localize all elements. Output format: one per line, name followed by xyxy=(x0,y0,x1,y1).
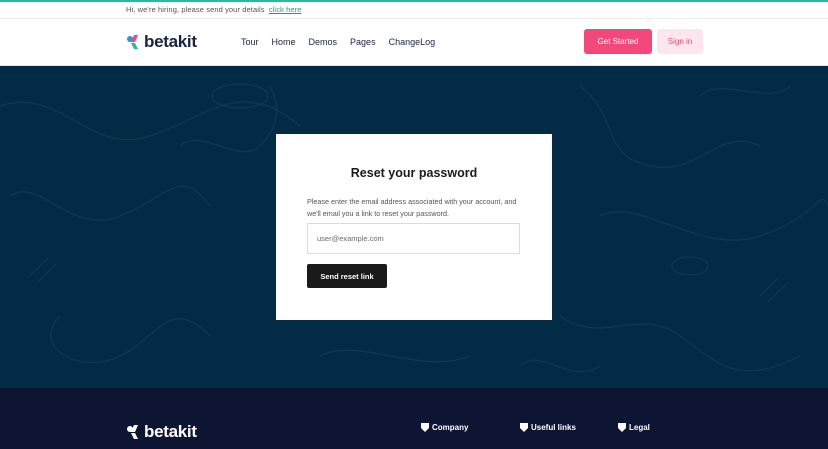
announcement-link[interactable]: click here xyxy=(269,5,302,14)
footer-brand-name: betakit xyxy=(144,422,197,441)
nav-link-tour[interactable]: Tour xyxy=(241,37,259,47)
footer: betakit Company Useful links Legal xyxy=(0,388,828,449)
reset-password-card: Reset your password Please enter the ema… xyxy=(276,134,552,320)
footer-column-company: Company xyxy=(421,423,468,432)
footer-column-useful-links: Useful links xyxy=(520,423,576,432)
shield-icon xyxy=(421,423,429,432)
reset-password-title: Reset your password xyxy=(350,166,478,180)
reset-password-description: Please enter the email address associate… xyxy=(307,197,517,218)
brand-logo[interactable]: betakit xyxy=(126,32,197,52)
announcement-text: Hi, we're hiring, please send your detai… xyxy=(126,5,302,14)
footer-column-label: Company xyxy=(432,423,469,432)
nav-link-home[interactable]: Home xyxy=(272,37,296,47)
send-reset-link-button[interactable]: Send reset link xyxy=(307,264,387,288)
footer-column-label: Useful links xyxy=(531,423,576,432)
navbar: betakit Tour Home Demos Pages ChangeLog … xyxy=(0,19,828,66)
hero-section: Reset your password Please enter the ema… xyxy=(0,66,828,388)
footer-column-legal: Legal xyxy=(618,423,650,432)
get-started-button[interactable]: Get Started xyxy=(584,29,652,54)
email-input[interactable] xyxy=(307,223,520,254)
footer-brand-logo[interactable]: betakit xyxy=(126,422,197,442)
main-nav: Tour Home Demos Pages ChangeLog xyxy=(241,37,448,47)
logo-mark-icon xyxy=(127,35,138,49)
nav-link-changelog[interactable]: ChangeLog xyxy=(389,37,436,47)
nav-link-pages[interactable]: Pages xyxy=(350,37,376,47)
brand-name: betakit xyxy=(144,32,197,51)
footer-logo-mark-icon xyxy=(127,425,138,439)
nav-link-demos[interactable]: Demos xyxy=(309,37,338,47)
announcement-message: Hi, we're hiring, please send your detai… xyxy=(126,5,265,14)
announcement-bar: Hi, we're hiring, please send your detai… xyxy=(0,0,828,19)
footer-column-label: Legal xyxy=(629,423,650,432)
shield-icon xyxy=(618,423,626,432)
sign-in-button[interactable]: Sign in xyxy=(657,29,703,54)
shield-icon xyxy=(520,423,528,432)
